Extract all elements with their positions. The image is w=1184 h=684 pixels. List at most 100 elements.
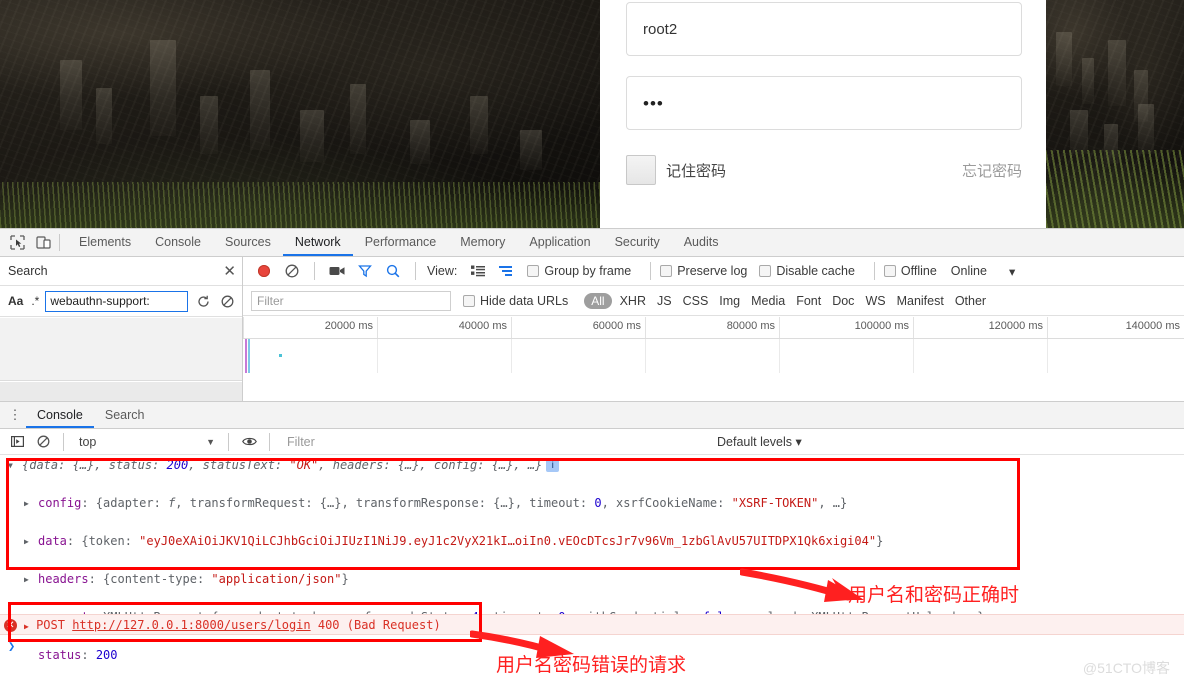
clear-icon[interactable]: [279, 258, 305, 284]
results-placeholder-lower: [0, 382, 242, 402]
tab-audits[interactable]: Audits: [672, 229, 731, 256]
preserve-log-option[interactable]: Preserve log: [660, 264, 747, 278]
search-icon[interactable]: [380, 258, 406, 284]
hide-data-urls-checkbox[interactable]: [463, 294, 475, 307]
expand-triangle-icon[interactable]: ▶: [24, 494, 29, 513]
filter-type-ws[interactable]: WS: [865, 294, 885, 308]
more-options-icon[interactable]: ⋮: [4, 407, 26, 423]
error-circle-icon: ✕: [4, 619, 17, 632]
expand-triangle-icon[interactable]: ▼: [8, 456, 13, 475]
hide-data-urls-option[interactable]: Hide data URLs: [463, 294, 568, 308]
jwt-token-value: "eyJ0eXAiOiJKV1QiLCJhbGciOiJIUzI1NiJ9.ey…: [139, 534, 877, 548]
timeline-graph[interactable]: [243, 339, 1184, 373]
console-context-selector[interactable]: top ▼: [71, 435, 221, 449]
expand-triangle-icon[interactable]: ▶: [24, 570, 29, 589]
headers-end: }: [341, 572, 349, 586]
disable-cache-checkbox[interactable]: [759, 265, 772, 277]
group-by-frame-checkbox[interactable]: [527, 265, 540, 277]
network-toolbar: View: Group by frame Preserve log Disabl…: [243, 257, 1184, 286]
close-icon[interactable]: ✕: [223, 262, 236, 280]
console-error-row[interactable]: ✕ ▶ POST http://127.0.0.1:8000/users/log…: [0, 614, 1184, 635]
network-filter-input[interactable]: Filter: [251, 290, 451, 311]
chevron-down-icon[interactable]: ▾: [1009, 264, 1015, 279]
preserve-log-checkbox[interactable]: [660, 265, 673, 277]
timeline-tick-label: 100000 ms: [854, 320, 909, 332]
drawer-tabbar: ⋮ Console Search: [0, 402, 1184, 429]
request-status: 400 (Bad Request): [317, 618, 441, 632]
drawer-tab-console[interactable]: Console: [26, 402, 94, 428]
console-context-value: top: [79, 434, 97, 449]
match-case-icon[interactable]: Aa: [6, 294, 25, 308]
tab-console[interactable]: Console: [143, 229, 213, 256]
drawer-tab-search[interactable]: Search: [94, 402, 156, 428]
remember-password-label: 记住密码: [666, 162, 727, 180]
clear-icon[interactable]: [218, 292, 236, 310]
config-mid2: , xsrfCookieName:: [601, 496, 732, 510]
background-photo-right: [1046, 0, 1184, 228]
filter-type-manifest[interactable]: Manifest: [897, 294, 944, 308]
timeline-tick-label: 140000 ms: [1125, 320, 1180, 332]
execute-context-icon[interactable]: [4, 429, 30, 455]
filter-type-media[interactable]: Media: [751, 294, 785, 308]
request-url[interactable]: http://127.0.0.1:8000/users/login: [72, 618, 310, 632]
console-log-line[interactable]: ▼ {data: {…}, status: 200, statusText: "…: [0, 456, 1184, 475]
xsrf-cookie-name: "XSRF-TOKEN": [731, 496, 819, 510]
info-badge-icon[interactable]: i: [546, 459, 560, 472]
group-by-frame-option[interactable]: Group by frame: [527, 264, 631, 278]
console-filter-input[interactable]: Filter: [277, 435, 617, 449]
filter-type-font[interactable]: Font: [796, 294, 821, 308]
expand-triangle-icon[interactable]: ▶: [24, 532, 29, 551]
tab-memory[interactable]: Memory: [448, 229, 517, 256]
throttling-value[interactable]: Online: [951, 264, 987, 278]
device-toolbar-icon[interactable]: [30, 230, 56, 256]
data-prefix: : {token:: [66, 534, 140, 548]
console-log-line[interactable]: ▶ config: {adapter: f, transformRequest:…: [0, 494, 1184, 513]
timeline-tick-label: 20000 ms: [324, 320, 373, 332]
background-photo-left: [0, 0, 600, 228]
record-button-icon[interactable]: [251, 258, 277, 284]
search-input-value: webauthn-support:: [50, 294, 150, 308]
tab-security[interactable]: Security: [603, 229, 672, 256]
tab-sources[interactable]: Sources: [213, 229, 283, 256]
username-input[interactable]: root2: [626, 2, 1022, 56]
filter-type-doc[interactable]: Doc: [832, 294, 854, 308]
console-log-line[interactable]: ▶ data: {token: "eyJ0eXAiOiJKV1QiLCJhbGc…: [0, 532, 1184, 551]
remember-password-checkbox[interactable]: [626, 155, 656, 185]
filter-type-xhr[interactable]: XHR: [620, 294, 646, 308]
timeline-tick-label: 80000 ms: [726, 320, 775, 332]
chevron-down-icon: ▼: [206, 436, 215, 447]
console-levels-selector[interactable]: Default levels ▾: [717, 434, 802, 449]
console-toolbar: top ▼ Filter Default levels ▾: [0, 429, 1184, 455]
tab-network[interactable]: Network: [282, 229, 353, 256]
filter-type-img[interactable]: Img: [719, 294, 740, 308]
filter-type-other[interactable]: Other: [955, 294, 986, 308]
forgot-password-link[interactable]: 忘记密码: [962, 160, 1022, 181]
inspect-element-icon[interactable]: [4, 230, 30, 256]
screenshot-camera-icon[interactable]: [324, 258, 350, 284]
config-prefix: : {adapter:: [81, 496, 169, 510]
filter-type-all[interactable]: All: [584, 292, 612, 309]
clear-console-icon[interactable]: [30, 429, 56, 455]
view-label: View:: [427, 264, 458, 278]
tab-performance[interactable]: Performance: [353, 229, 449, 256]
offline-option[interactable]: Offline: [883, 264, 937, 278]
refresh-icon[interactable]: [194, 292, 212, 310]
filter-funnel-icon[interactable]: [352, 258, 378, 284]
tab-elements[interactable]: Elements: [67, 229, 143, 256]
list-view-icon[interactable]: [465, 258, 491, 284]
timeline-tick-label: 40000 ms: [458, 320, 507, 332]
password-input[interactable]: •••: [626, 76, 1022, 130]
disable-cache-option[interactable]: Disable cache: [759, 264, 855, 278]
waterfall-view-icon[interactable]: [493, 258, 519, 284]
filter-type-css[interactable]: CSS: [683, 294, 709, 308]
search-input[interactable]: webauthn-support:: [45, 290, 188, 312]
username-value: root2: [643, 20, 678, 38]
tab-application[interactable]: Application: [517, 229, 602, 256]
filter-type-js[interactable]: JS: [657, 294, 672, 308]
group-by-frame-label: Group by frame: [544, 264, 632, 278]
live-expression-eye-icon[interactable]: [236, 429, 262, 455]
hide-data-urls-label: Hide data URLs: [480, 293, 569, 308]
expand-triangle-icon[interactable]: ▶: [24, 622, 29, 631]
offline-checkbox[interactable]: [883, 265, 896, 277]
regex-icon[interactable]: .*: [31, 294, 39, 308]
